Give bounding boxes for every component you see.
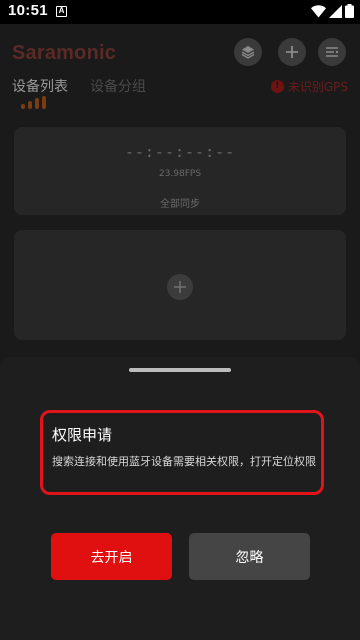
frame-rate: 23.98FPS xyxy=(158,169,202,179)
sync-card: --:--:--:-- 23.98FPS 全部同步 xyxy=(14,127,346,215)
menu-list-icon xyxy=(326,47,339,57)
permission-content: 权限申请 搜索连接和使用蓝牙设备需要相关权限，打开定位权限 xyxy=(40,410,324,495)
layers-icon xyxy=(241,46,255,59)
enable-permission-button[interactable]: 去开启 xyxy=(51,533,172,580)
dialog-description: 搜索连接和使用蓝牙设备需要相关权限，打开定位权限 xyxy=(52,455,316,468)
dialog-title: 权限申请 xyxy=(52,426,113,444)
status-bar: 10:51 A xyxy=(0,0,360,24)
add-button[interactable] xyxy=(278,38,306,66)
a-notification-icon: A xyxy=(56,6,67,17)
brand-logo: Saramonic xyxy=(12,42,117,64)
tab-bar: 设备列表 设备分组 xyxy=(12,76,146,96)
sync-all-button[interactable]: 全部同步 xyxy=(14,195,346,210)
ignore-button[interactable]: 忽略 xyxy=(189,533,310,580)
status-icons xyxy=(311,4,354,18)
tab-device-list[interactable]: 设备列表 xyxy=(12,76,68,96)
warning-icon: ! xyxy=(270,80,284,93)
cellular-icon xyxy=(329,4,342,18)
add-circle-icon xyxy=(167,274,193,300)
tab-device-group[interactable]: 设备分组 xyxy=(90,76,146,96)
drag-handle[interactable] xyxy=(129,368,231,372)
tab-indicator xyxy=(21,96,46,109)
permission-sheet: 权限申请 搜索连接和使用蓝牙设备需要相关权限，打开定位权限 去开启 忽略 xyxy=(0,357,360,640)
add-device-card[interactable] xyxy=(14,230,346,340)
add-icon xyxy=(286,46,298,58)
gps-status-badge: ! 未识别GPS xyxy=(270,78,348,95)
wifi-icon xyxy=(311,4,326,18)
timecode: --:--:--:-- xyxy=(124,143,236,161)
menu-button[interactable] xyxy=(318,38,346,66)
status-time: 10:51 xyxy=(8,2,48,19)
layers-button[interactable] xyxy=(234,38,262,66)
battery-icon xyxy=(345,4,354,18)
gps-status-text: 未识别GPS xyxy=(287,80,348,94)
